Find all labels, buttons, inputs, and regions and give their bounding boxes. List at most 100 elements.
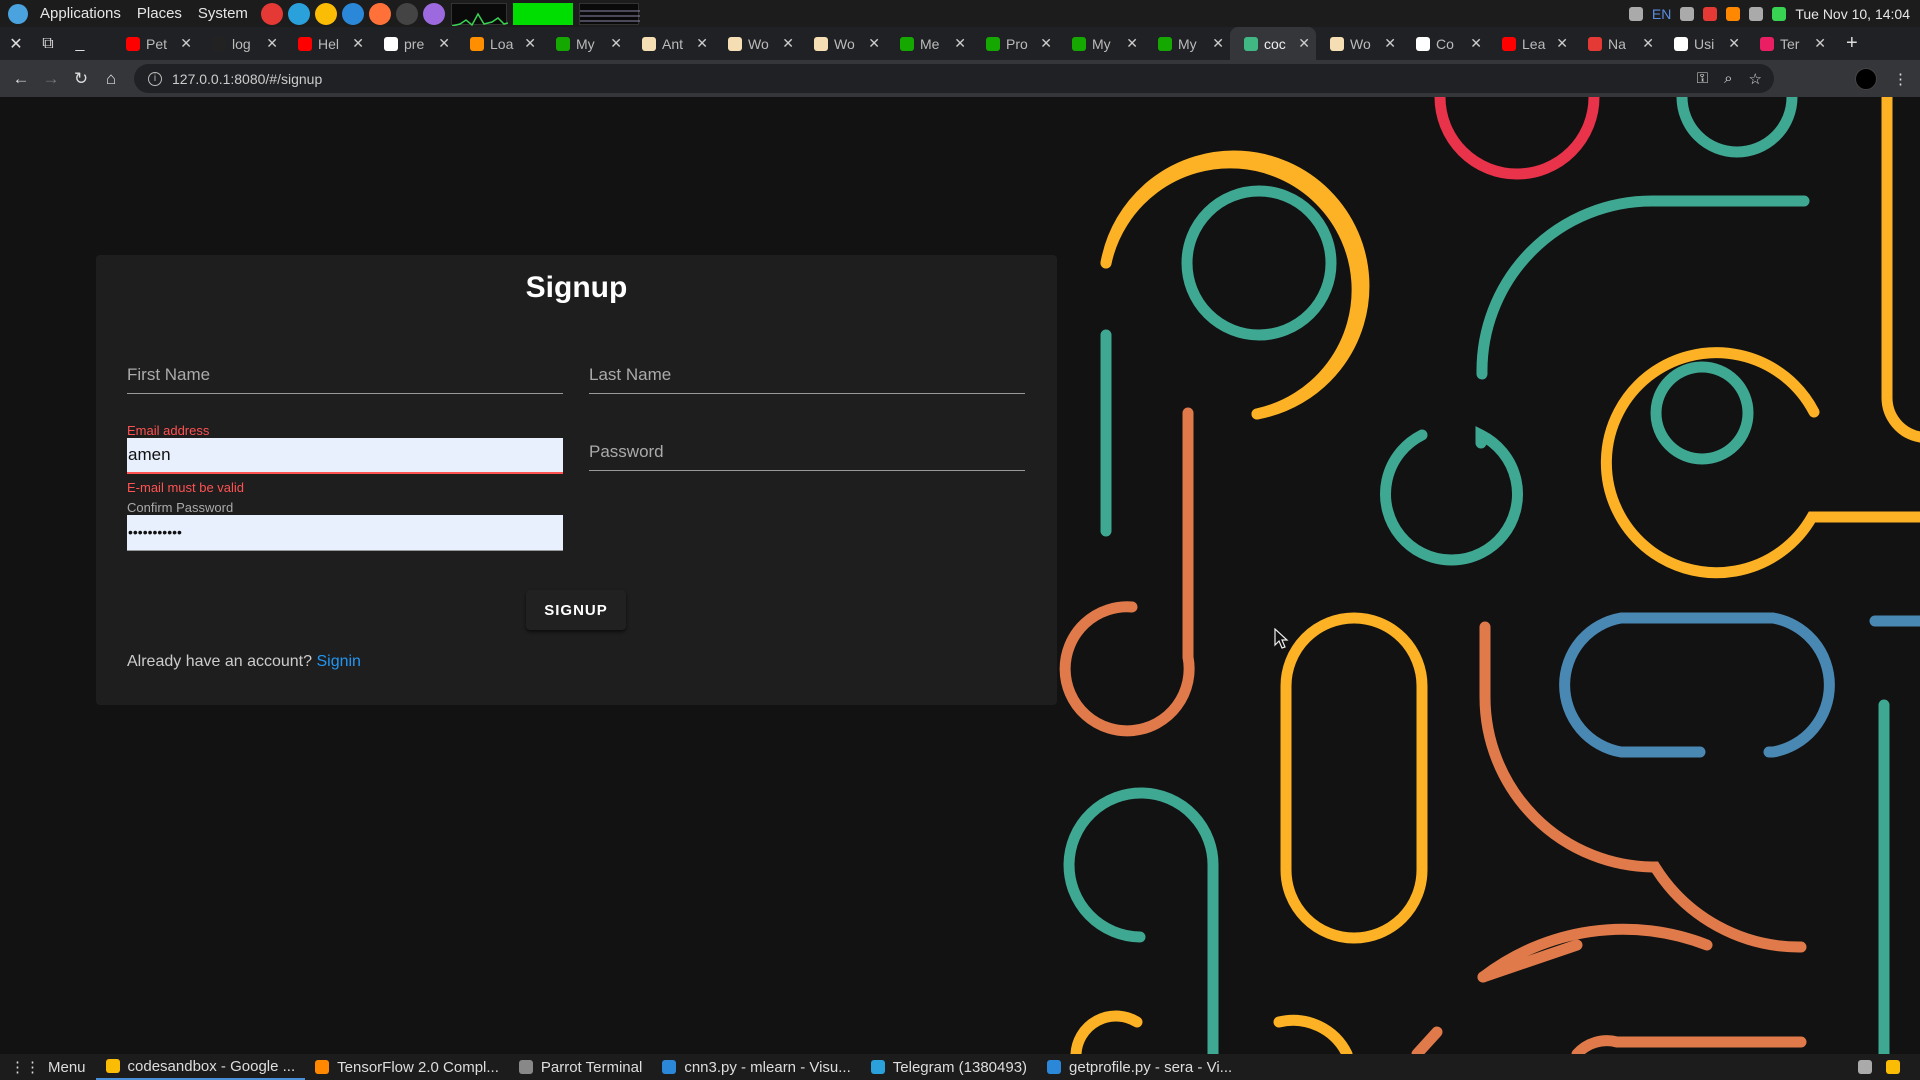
restore-window-icon[interactable]: ⧉ xyxy=(32,35,64,53)
tab-close-icon[interactable]: ✕ xyxy=(782,35,794,52)
tab-close-icon[interactable]: ✕ xyxy=(610,35,622,52)
tab-close-icon[interactable]: ✕ xyxy=(1298,35,1310,52)
last-name-field[interactable]: Last Name xyxy=(589,365,1025,394)
battery-icon[interactable] xyxy=(1772,6,1787,21)
tab-close-icon[interactable]: ✕ xyxy=(266,35,278,52)
tab-close-icon[interactable]: ✕ xyxy=(352,35,364,52)
bookmark-star-icon[interactable]: ☆ xyxy=(1749,70,1762,88)
art-teal-c xyxy=(1380,426,1523,566)
start-menu-button[interactable]: ⋮⋮ Menu xyxy=(0,1054,96,1080)
places-menu[interactable]: Places xyxy=(129,5,190,22)
language-indicator[interactable]: EN xyxy=(1652,6,1671,22)
tab-close-icon[interactable]: ✕ xyxy=(696,35,708,52)
bluetooth-icon[interactable] xyxy=(1628,6,1643,21)
notes-launcher-icon[interactable] xyxy=(422,2,445,25)
signup-button[interactable]: SIGNUP xyxy=(526,590,626,630)
chrome-tray-icon[interactable] xyxy=(1886,1060,1900,1074)
browser-tab[interactable]: Pet ✕ xyxy=(112,27,198,60)
tab-close-icon[interactable]: ✕ xyxy=(438,35,450,52)
tray-app-icon[interactable] xyxy=(1703,6,1718,21)
browser-tab[interactable]: Ter ✕ xyxy=(1746,27,1832,60)
tab-close-icon[interactable]: ✕ xyxy=(868,35,880,52)
browser-tab[interactable]: Pro ✕ xyxy=(972,27,1058,60)
taskbar-item[interactable]: Parrot Terminal xyxy=(509,1054,652,1080)
parrot-logo-icon[interactable] xyxy=(8,3,28,24)
app-launcher-icon[interactable] xyxy=(260,2,283,25)
forward-icon[interactable]: → xyxy=(36,69,66,89)
taskbar-item[interactable]: cnn3.py - mlearn - Visu... xyxy=(652,1054,860,1080)
address-bar[interactable]: i 127.0.0.1:8080/#/signup ⚿ ⌕ ☆ xyxy=(134,64,1774,93)
new-tab-button[interactable]: + xyxy=(1832,32,1858,55)
system-menu[interactable]: System xyxy=(190,5,256,22)
telegram-launcher-icon[interactable] xyxy=(287,2,310,25)
page-title: Signup xyxy=(525,271,628,304)
upwork-icon xyxy=(900,36,914,51)
browser-tab[interactable]: Wo ✕ xyxy=(714,27,800,60)
tab-close-icon[interactable]: ✕ xyxy=(1212,35,1224,52)
browser-tab[interactable]: My ✕ xyxy=(1058,27,1144,60)
reload-icon[interactable]: ↻ xyxy=(66,69,96,89)
confirm-password-input[interactable]: ••••••••••• xyxy=(127,515,563,551)
volume-icon[interactable] xyxy=(1680,6,1695,21)
browser-tab[interactable]: coc ✕ xyxy=(1230,27,1316,60)
site-info-icon[interactable]: i xyxy=(148,71,162,86)
tab-close-icon[interactable]: ✕ xyxy=(1470,35,1482,52)
tab-close-icon[interactable]: ✕ xyxy=(1384,35,1396,52)
taskbar-item[interactable]: getprofile.py - sera - Vi... xyxy=(1037,1054,1242,1080)
password-field[interactable]: Password xyxy=(589,442,1025,471)
minimize-window-icon[interactable]: _ xyxy=(64,35,96,53)
browser-tab[interactable]: Co ✕ xyxy=(1402,27,1488,60)
browser-tab[interactable]: Lea ✕ xyxy=(1488,27,1574,60)
browser-tab[interactable]: My ✕ xyxy=(542,27,628,60)
tab-list: Pet ✕ log ✕ Hel ✕ pre ✕ Loa ✕ My ✕ Ant ✕ Wo ✕ Wo ✕ Me ✕ Pro ✕… xyxy=(112,27,1832,60)
terminal-launcher-icon[interactable] xyxy=(395,2,418,25)
close-window-icon[interactable]: ✕ xyxy=(0,34,32,54)
signin-link[interactable]: Signin xyxy=(316,653,360,670)
home-icon[interactable]: ⌂ xyxy=(96,69,126,89)
taskbar-item[interactable]: Telegram (1380493) xyxy=(861,1054,1037,1080)
url-text[interactable]: 127.0.0.1:8080/#/signup xyxy=(172,71,322,87)
display-icon[interactable] xyxy=(1749,6,1764,21)
back-icon[interactable]: ← xyxy=(6,69,36,89)
vlc-tray-icon[interactable] xyxy=(1726,6,1741,21)
browser-tab[interactable]: Usi ✕ xyxy=(1660,27,1746,60)
zoom-icon[interactable]: ⌕ xyxy=(1724,70,1732,87)
tab-close-icon[interactable]: ✕ xyxy=(1040,35,1052,52)
taskbar-item[interactable]: codesandbox - Google ... xyxy=(95,1054,306,1080)
browser-tab[interactable]: Hel ✕ xyxy=(284,27,370,60)
first-name-field[interactable]: First Name xyxy=(127,365,563,394)
confirm-password-field[interactable]: Confirm Password ••••••••••• xyxy=(127,500,563,551)
tab-close-icon[interactable]: ✕ xyxy=(180,35,192,52)
chrome-launcher-icon[interactable] xyxy=(314,2,337,25)
browser-tab[interactable]: pre ✕ xyxy=(370,27,456,60)
browser-tab[interactable]: log ✕ xyxy=(198,27,284,60)
browser-tab[interactable]: Na ✕ xyxy=(1574,27,1660,60)
browser-tab[interactable]: My ✕ xyxy=(1144,27,1230,60)
applications-menu[interactable]: Applications xyxy=(32,5,129,22)
browser-tab[interactable]: Wo ✕ xyxy=(800,27,886,60)
tab-close-icon[interactable]: ✕ xyxy=(1728,35,1740,52)
upwork-icon xyxy=(556,36,570,51)
browser-tab[interactable]: Ant ✕ xyxy=(628,27,714,60)
workspace-icon[interactable] xyxy=(1858,1060,1872,1074)
tab-close-icon[interactable]: ✕ xyxy=(954,35,966,52)
github-icon xyxy=(212,36,226,51)
taskbar-item[interactable]: TensorFlow 2.0 Compl... xyxy=(305,1054,509,1080)
tab-close-icon[interactable]: ✕ xyxy=(1126,35,1138,52)
tab-close-icon[interactable]: ✕ xyxy=(1642,35,1654,52)
key-icon[interactable]: ⚿ xyxy=(1697,70,1708,87)
email-field[interactable]: Email address amen E-mail must be valid xyxy=(127,423,563,495)
vscode-launcher-icon[interactable] xyxy=(341,2,364,25)
tab-close-icon[interactable]: ✕ xyxy=(1556,35,1568,52)
browser-tab[interactable]: Loa ✕ xyxy=(456,27,542,60)
browser-tab[interactable]: Wo ✕ xyxy=(1316,27,1402,60)
tab-title: Pro xyxy=(1006,35,1028,52)
firefox-launcher-icon[interactable] xyxy=(368,2,391,25)
tab-close-icon[interactable]: ✕ xyxy=(1814,35,1826,52)
profile-avatar[interactable] xyxy=(1855,67,1877,90)
kebab-menu-icon[interactable]: ⋮ xyxy=(1893,70,1908,88)
email-input[interactable]: amen xyxy=(127,438,563,474)
browser-tab[interactable]: Me ✕ xyxy=(886,27,972,60)
tab-close-icon[interactable]: ✕ xyxy=(524,35,536,52)
clock[interactable]: Tue Nov 10, 14:04 xyxy=(1795,6,1910,22)
